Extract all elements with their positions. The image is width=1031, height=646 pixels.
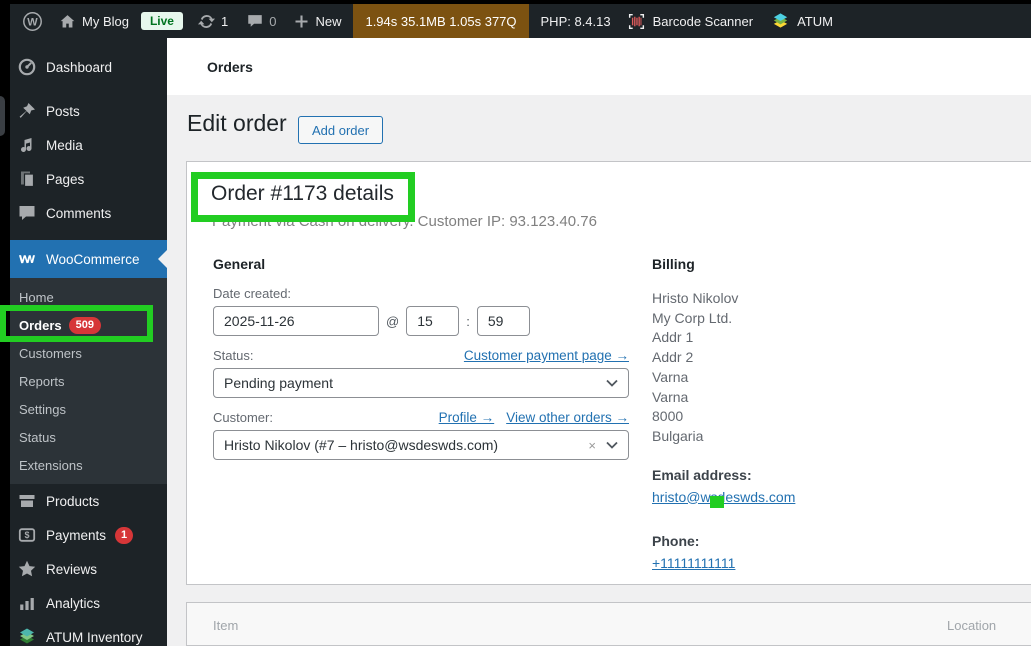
sidebar-item-reviews[interactable]: Reviews xyxy=(10,552,167,586)
annotation-box-orders xyxy=(0,305,153,342)
view-other-orders-link[interactable]: View other orders → xyxy=(506,410,629,425)
at-symbol: @ xyxy=(386,313,400,329)
clear-selection-icon[interactable]: × xyxy=(588,438,596,453)
payments-dollar-icon: $ xyxy=(17,525,37,545)
admin-sidebar: Dashboard Posts Media Pages Comments Woo… xyxy=(10,38,167,646)
products-box-icon xyxy=(17,491,37,511)
home-icon[interactable] xyxy=(59,13,76,30)
pages-icon xyxy=(17,169,37,189)
item-column-header: Item xyxy=(213,617,239,633)
minute-input[interactable] xyxy=(476,306,530,336)
breadcrumb[interactable]: Orders xyxy=(207,59,253,75)
edge-pill xyxy=(0,96,5,136)
php-version-label[interactable]: PHP: 8.4.13 xyxy=(541,14,611,29)
phone-label: Phone: xyxy=(652,532,700,549)
sidebar-subitem-reports[interactable]: Reports xyxy=(10,367,167,395)
chevron-down-icon xyxy=(606,379,618,387)
sidebar-item-comments[interactable]: Comments xyxy=(10,196,167,230)
wc-admin-header: Orders xyxy=(167,38,1031,95)
sidebar-item-analytics[interactable]: Analytics xyxy=(10,586,167,620)
barcode-scanner-label[interactable]: Barcode Scanner xyxy=(653,14,753,29)
atum-inventory-layers-icon xyxy=(17,627,37,646)
sidebar-subitem-settings[interactable]: Settings xyxy=(10,395,167,423)
dashboard-gauge-icon xyxy=(17,57,37,77)
sidebar-item-products[interactable]: Products xyxy=(10,484,167,518)
sidebar-item-atum-inventory[interactable]: ATUM Inventory xyxy=(10,620,167,646)
chevron-down-icon xyxy=(606,441,618,449)
sidebar-item-media[interactable]: Media xyxy=(10,128,167,162)
barcode-scanner-icon[interactable] xyxy=(627,12,646,31)
comments-bubble-icon[interactable] xyxy=(246,12,264,30)
updates-icon[interactable] xyxy=(197,12,216,31)
date-created-input[interactable] xyxy=(213,306,379,336)
sidebar-item-pages[interactable]: Pages xyxy=(10,162,167,196)
woocommerce-logo-icon xyxy=(17,249,37,269)
star-icon xyxy=(17,559,37,579)
wp-admin-screen: W My Blog Live 1 0 New 1.94s 35.1MB 1.05… xyxy=(0,0,1031,646)
page-title: Edit order xyxy=(187,110,287,136)
customer-select[interactable]: Hristo Nikolov (#7 – hristo@wsdeswds.com… xyxy=(213,430,629,460)
new-menu-label[interactable]: New xyxy=(315,14,341,29)
time-colon: : xyxy=(466,313,470,329)
sidebar-item-woocommerce[interactable]: WooCommerce xyxy=(10,240,167,278)
bar-chart-icon xyxy=(17,593,37,613)
phone-link[interactable]: +11111111111 xyxy=(652,555,735,571)
customer-label: Customer: xyxy=(213,410,273,425)
atum-layers-icon[interactable] xyxy=(771,12,790,31)
billing-heading: Billing xyxy=(652,256,695,272)
billing-column: Billing Hristo Nikolov My Corp Ltd. Addr… xyxy=(652,252,962,573)
sidebar-subitem-customers[interactable]: Customers xyxy=(10,339,167,367)
svg-text:W: W xyxy=(27,16,38,28)
payments-count-badge: 1 xyxy=(115,526,134,544)
status-label: Status: xyxy=(213,348,254,363)
comment-bubble-icon xyxy=(17,203,37,223)
update-count[interactable]: 1 xyxy=(221,14,228,29)
wordpress-logo-icon[interactable]: W xyxy=(22,11,43,32)
customer-payment-page-link[interactable]: Customer payment page → xyxy=(464,348,629,363)
live-badge[interactable]: Live xyxy=(140,12,183,30)
general-heading: General xyxy=(213,256,266,272)
sidebar-item-posts[interactable]: Posts xyxy=(10,94,167,128)
sidebar-subitem-status[interactable]: Status xyxy=(10,423,167,451)
sidebar-subitem-extensions[interactable]: Extensions xyxy=(10,451,167,479)
general-column: General Date created: @ : Status: Custom… xyxy=(213,252,629,460)
annotation-square-email xyxy=(710,496,724,508)
order-items-panel: Item Location xyxy=(186,602,1031,646)
status-select[interactable]: Pending payment xyxy=(213,368,629,398)
site-name-link[interactable]: My Blog xyxy=(82,14,129,29)
billing-address: Hristo Nikolov My Corp Ltd. Addr 1 Addr … xyxy=(652,290,739,444)
annotation-box-order-title xyxy=(191,172,415,222)
pushpin-icon xyxy=(17,101,37,121)
media-note-icon xyxy=(17,135,37,155)
admin-bar: W My Blog Live 1 0 New 1.94s 35.1MB 1.05… xyxy=(10,4,1031,38)
hour-input[interactable] xyxy=(406,306,460,336)
atum-bar-label[interactable]: ATUM xyxy=(797,14,833,29)
order-details-panel: Order #1173 details Payment via Cash on … xyxy=(186,161,1031,585)
date-created-label: Date created: xyxy=(213,286,292,301)
query-monitor-stats[interactable]: 1.94s 35.1MB 1.05s 377Q xyxy=(353,4,529,38)
email-address-label: Email address: xyxy=(652,466,752,483)
add-order-button[interactable]: Add order xyxy=(298,116,384,144)
sidebar-item-dashboard[interactable]: Dashboard xyxy=(10,50,167,84)
svg-text:$: $ xyxy=(24,530,29,540)
plus-new-icon[interactable] xyxy=(294,14,309,29)
profile-link[interactable]: Profile → xyxy=(439,410,495,425)
comment-count[interactable]: 0 xyxy=(269,14,276,29)
sidebar-item-payments[interactable]: $ Payments 1 xyxy=(10,518,167,552)
location-column-header: Location xyxy=(947,617,997,633)
